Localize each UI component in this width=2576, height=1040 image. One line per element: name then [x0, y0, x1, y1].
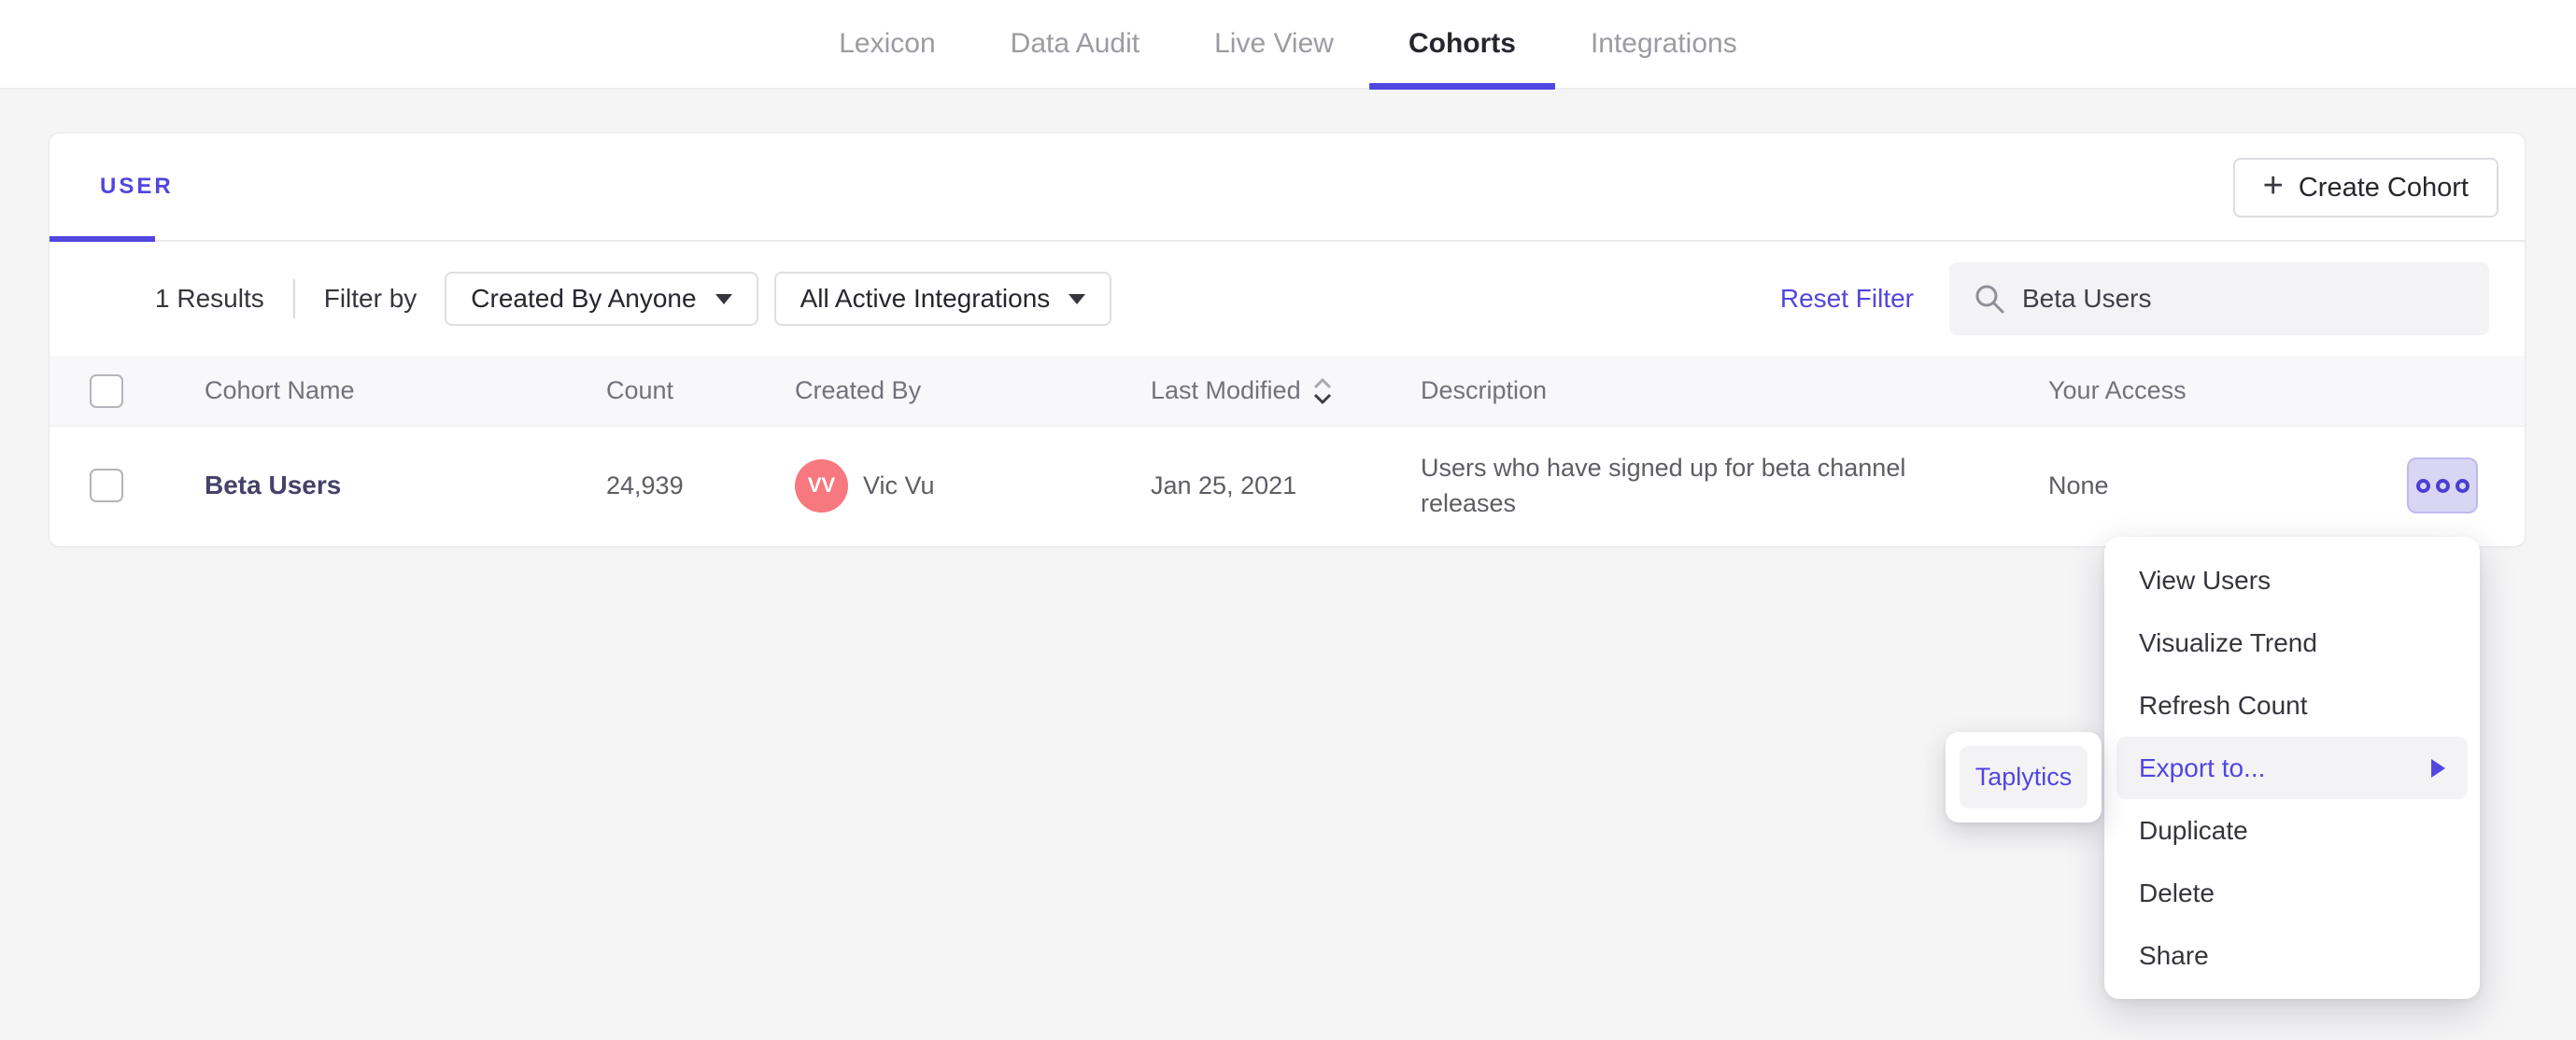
menu-item-share[interactable]: Share [2104, 924, 2480, 987]
plus-icon: + [2262, 166, 2284, 205]
column-header-created-by[interactable]: Created By [795, 376, 1151, 405]
tab-data-audit[interactable]: Data Audit [1011, 0, 1139, 88]
create-cohort-button[interactable]: + Create Cohort [2232, 158, 2498, 218]
submenu-item-taplytics[interactable]: Taplytics [1960, 746, 2088, 808]
menu-item-duplicate[interactable]: Duplicate [2104, 799, 2480, 862]
column-header-your-access[interactable]: Your Access [2048, 376, 2525, 405]
filter-bar: 1 Results Filter by Created By Anyone Al… [50, 242, 2525, 356]
cohort-name-link[interactable]: Beta Users [205, 471, 341, 499]
search-icon [1975, 285, 2004, 314]
menu-item-delete[interactable]: Delete [2104, 862, 2480, 924]
cohorts-page: Lexicon Data Audit Live View Cohorts Int… [0, 0, 2576, 1040]
avatar: VV [795, 458, 848, 513]
user-tab-underline [50, 236, 155, 242]
sort-icon [1313, 378, 1331, 403]
column-header-last-modified[interactable]: Last Modified [1151, 376, 1421, 406]
column-header-description[interactable]: Description [1421, 376, 2048, 405]
tab-live-view[interactable]: Live View [1214, 0, 1334, 88]
integrations-dropdown[interactable]: All Active Integrations [773, 272, 1112, 326]
filter-by-label: Filter by [323, 284, 418, 313]
top-navigation: Lexicon Data Audit Live View Cohorts Int… [0, 0, 2576, 90]
chevron-down-icon [1069, 293, 1086, 304]
select-all-checkbox[interactable] [90, 373, 123, 408]
row-checkbox-cell [50, 469, 205, 502]
ellipsis-icon [2415, 478, 2470, 493]
description-cell: Users who have signed up for beta channe… [1421, 450, 2048, 521]
tab-user[interactable]: USER [100, 134, 174, 240]
table-header: Cohort Name Count Created By Last Modifi… [50, 356, 2525, 427]
active-tab-underline [1368, 83, 1555, 90]
results-count: 1 Results [155, 284, 264, 313]
description-text: Users who have signed up for beta channe… [1421, 454, 1906, 517]
last-modified-cell: Jan 25, 2021 [1151, 471, 1297, 499]
column-header-cohort-name[interactable]: Cohort Name [205, 376, 606, 405]
search-input[interactable] [2022, 284, 2465, 314]
menu-item-view-users[interactable]: View Users [2104, 549, 2480, 611]
tab-cohorts-label: Cohorts [1408, 28, 1516, 59]
created-by-dropdown-label: Created By Anyone [471, 284, 697, 313]
tab-lexicon[interactable]: Lexicon [839, 0, 935, 88]
tab-user-label: USER [100, 174, 174, 199]
count-cell: 24,939 [606, 471, 684, 499]
cohort-name-cell: Beta Users [205, 471, 606, 500]
integrations-dropdown-label: All Active Integrations [800, 284, 1051, 313]
column-header-last-modified-label: Last Modified [1151, 376, 1301, 404]
created-by-cell: VV Vic Vu [795, 458, 1151, 513]
column-header-count[interactable]: Count [606, 376, 795, 405]
export-submenu: Taplytics [1946, 732, 2102, 822]
menu-item-visualize-trend[interactable]: Visualize Trend [2104, 611, 2480, 674]
cohorts-card: USER + Create Cohort 1 Results Filter by… [49, 133, 2526, 547]
menu-item-export-to[interactable]: Export to... [2116, 737, 2468, 799]
vertical-divider [292, 279, 295, 318]
tab-integrations[interactable]: Integrations [1591, 0, 1737, 88]
search-box[interactable] [1949, 262, 2489, 335]
menu-item-export-to-label: Export to... [2139, 752, 2266, 782]
card-tab-bar: USER + Create Cohort [50, 134, 2525, 242]
reset-filter-link[interactable]: Reset Filter [1780, 284, 1914, 314]
menu-item-refresh-count[interactable]: Refresh Count [2104, 674, 2480, 737]
creator-name: Vic Vu [863, 471, 935, 499]
nav-tabs: Lexicon Data Audit Live View Cohorts Int… [0, 0, 2576, 90]
chevron-down-icon [715, 293, 732, 304]
tab-cohorts[interactable]: Cohorts [1368, 0, 1555, 90]
submenu-arrow-icon [2431, 758, 2445, 778]
create-cohort-label: Create Cohort [2298, 172, 2469, 203]
table-row: Beta Users 24,939 VV Vic Vu Jan 25, 2021… [50, 427, 2525, 544]
row-actions-menu: View Users Visualize Trend Refresh Count… [2104, 537, 2480, 999]
row-checkbox[interactable] [90, 469, 123, 502]
created-by-dropdown[interactable]: Created By Anyone [445, 272, 758, 326]
row-actions-button[interactable] [2407, 457, 2478, 513]
header-checkbox-cell [50, 373, 205, 408]
